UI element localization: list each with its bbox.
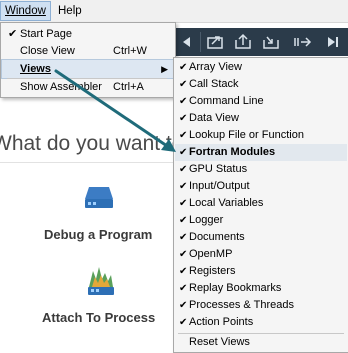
debug-toolbar: [174, 28, 348, 56]
view-item-label: Local Variables: [189, 197, 264, 209]
view-item-openmp[interactable]: ✔ OpenMP: [175, 246, 347, 263]
menu-item-shortcut: Ctrl+W: [113, 45, 147, 57]
skip-end-icon[interactable]: [322, 32, 344, 52]
check-icon: ✔: [179, 164, 188, 175]
view-item-logger[interactable]: ✔ Logger: [175, 212, 347, 229]
view-item-replay-bookmarks[interactable]: ✔ Replay Bookmarks: [175, 280, 347, 297]
view-item-reset-views[interactable]: Reset Views: [175, 334, 347, 351]
view-item-label: GPU Status: [189, 163, 248, 175]
view-item-label: Lookup File or Function: [189, 129, 304, 141]
check-icon: ✔: [179, 130, 188, 141]
return-icon[interactable]: [260, 32, 282, 52]
view-item-data-view[interactable]: ✔ Data View: [175, 110, 347, 127]
view-item-label: Processes & Threads: [189, 299, 294, 311]
check-icon: ✔: [179, 96, 188, 107]
submenu-arrow-icon: ▶: [161, 64, 168, 74]
view-item-label: Documents: [189, 231, 245, 243]
window-menu: ✔ Start Page Close View Ctrl+W Views ▶ S…: [0, 22, 176, 98]
view-item-label: Reset Views: [189, 336, 250, 348]
start-page-heading: What do you want to: [0, 132, 184, 155]
view-item-action-points[interactable]: ✔ Action Points: [175, 314, 347, 331]
check-icon: ✔: [179, 232, 188, 243]
attach-process-label[interactable]: Attach To Process: [42, 310, 155, 325]
view-item-call-stack[interactable]: ✔ Call Stack: [175, 76, 347, 93]
view-item-label: Replay Bookmarks: [189, 282, 282, 294]
view-item-gpu-status[interactable]: ✔ GPU Status: [175, 161, 347, 178]
view-item-label: OpenMP: [189, 248, 233, 260]
menu-item-label: Start Page: [20, 28, 72, 40]
view-item-label: Registers: [189, 265, 236, 277]
menu-item-show-assembler[interactable]: Show Assembler Ctrl+A: [2, 78, 174, 96]
view-item-fortran-modules[interactable]: ✔ Fortran Modules: [175, 144, 347, 161]
view-item-lookup-file[interactable]: ✔ Lookup File or Function: [175, 127, 347, 144]
check-icon: ✔: [179, 181, 188, 192]
check-icon: ✔: [179, 266, 188, 277]
view-item-input-output[interactable]: ✔ Input/Output: [175, 178, 347, 195]
view-item-command-line[interactable]: ✔ Command Line: [175, 93, 347, 110]
check-icon: ✔: [179, 215, 188, 226]
view-item-processes-threads[interactable]: ✔ Processes & Threads: [175, 297, 347, 314]
menu-item-label: Show Assembler: [20, 81, 102, 93]
views-submenu: ✔ Array View ✔ Call Stack ✔ Command Line ✔ D…: [173, 57, 348, 353]
check-icon: ✔: [179, 249, 188, 260]
view-item-registers[interactable]: ✔ Registers: [175, 263, 347, 280]
menu-help[interactable]: Help: [54, 2, 86, 20]
server-drive-icon[interactable]: [83, 183, 115, 211]
menu-item-start-page[interactable]: ✔ Start Page: [2, 25, 174, 43]
view-item-label: Logger: [189, 214, 224, 226]
view-item-documents[interactable]: ✔ Documents: [175, 229, 347, 246]
menu-item-shortcut: Ctrl+A: [113, 81, 144, 93]
divider: [0, 162, 174, 163]
menu-item-label: Views: [20, 63, 51, 75]
menu-item-views[interactable]: Views ▶: [1, 59, 175, 79]
view-item-array-view[interactable]: ✔ Array View: [175, 59, 347, 76]
check-icon: ✔: [179, 198, 188, 209]
view-item-local-variables[interactable]: ✔ Local Variables: [175, 195, 347, 212]
view-item-label: Command Line: [189, 95, 264, 107]
check-icon: ✔: [179, 300, 188, 311]
view-item-label: Array View: [189, 61, 242, 73]
menu-item-label: Close View: [20, 45, 75, 57]
view-item-label: Data View: [189, 112, 239, 124]
view-item-label: Call Stack: [189, 78, 239, 90]
check-icon: ✔: [179, 147, 188, 158]
menu-window-label: Window: [5, 5, 46, 17]
attach-process-icon[interactable]: [86, 265, 116, 297]
check-icon: ✔: [8, 28, 18, 40]
check-icon: ✔: [179, 283, 188, 294]
step-out-icon[interactable]: [204, 32, 226, 52]
menu-window[interactable]: Window: [0, 1, 51, 21]
jump-icon[interactable]: [292, 32, 314, 52]
step-in-icon[interactable]: [232, 32, 254, 52]
back-arrow-icon[interactable]: [176, 32, 198, 52]
menu-item-close-view[interactable]: Close View Ctrl+W: [2, 42, 174, 60]
menubar: Window Help: [0, 0, 348, 23]
check-icon: ✔: [179, 62, 188, 73]
view-item-label: Action Points: [189, 316, 254, 328]
check-icon: ✔: [179, 317, 188, 328]
check-icon: ✔: [179, 79, 188, 90]
check-icon: ✔: [179, 113, 188, 124]
debug-program-label[interactable]: Debug a Program: [44, 227, 152, 242]
view-item-label: Input/Output: [189, 180, 250, 192]
view-item-label: Fortran Modules: [189, 146, 276, 158]
menu-help-label: Help: [58, 5, 82, 17]
